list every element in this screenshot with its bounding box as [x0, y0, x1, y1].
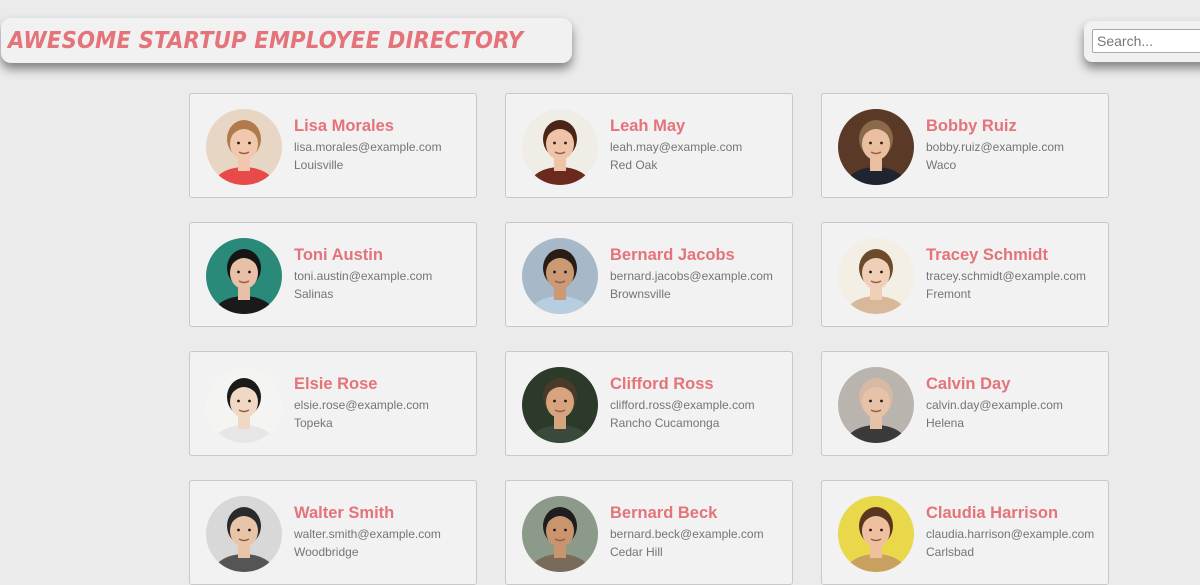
- employee-city: Helena: [926, 416, 965, 430]
- employee-card[interactable]: Clifford Ross clifford.ross@example.com Ra…: [505, 351, 793, 456]
- avatar: [838, 367, 914, 443]
- employee-city: Brownsville: [610, 287, 671, 301]
- search-container: [1084, 21, 1200, 62]
- employee-city: Topeka: [294, 416, 333, 430]
- employee-email: lisa.morales@example.com: [294, 140, 442, 154]
- search-input[interactable]: [1092, 29, 1200, 53]
- avatar: [838, 496, 914, 572]
- employee-email: elsie.rose@example.com: [294, 398, 429, 412]
- employee-email: bernard.beck@example.com: [610, 527, 764, 541]
- employee-card[interactable]: Walter Smith walter.smith@example.com Wood…: [189, 480, 477, 585]
- avatar: [522, 367, 598, 443]
- employee-card[interactable]: Lisa Morales lisa.morales@example.com Loui…: [189, 93, 477, 198]
- employee-city: Woodbridge: [294, 545, 359, 559]
- avatar: [206, 238, 282, 314]
- employee-card[interactable]: Bernard Jacobs bernard.jacobs@example.com…: [505, 222, 793, 327]
- employee-name: Walter Smith: [294, 504, 395, 522]
- employee-card[interactable]: Leah May leah.may@example.com Red Oak: [505, 93, 793, 198]
- avatar: [206, 109, 282, 185]
- employee-name: Elsie Rose: [294, 375, 378, 393]
- employee-email: bobby.ruiz@example.com: [926, 140, 1065, 154]
- employee-card[interactable]: Tracey Schmidt tracey.schmidt@example.com…: [821, 222, 1109, 327]
- employee-card[interactable]: Toni Austin toni.austin@example.com Salina…: [189, 222, 477, 327]
- employee-city: Red Oak: [610, 158, 658, 172]
- employee-name: Calvin Day: [926, 375, 1011, 393]
- employee-city: Waco: [926, 158, 957, 172]
- employee-email: leah.may@example.com: [610, 140, 743, 154]
- avatar: [206, 367, 282, 443]
- avatar: [522, 238, 598, 314]
- employee-name: Claudia Harrison: [926, 504, 1059, 522]
- employee-city: Carlsbad: [926, 545, 975, 559]
- employee-city: Cedar Hill: [610, 545, 663, 559]
- employee-name: Bobby Ruiz: [926, 117, 1017, 135]
- employee-city: Salinas: [294, 287, 334, 301]
- avatar: [206, 496, 282, 572]
- employee-email: claudia.harrison@example.com: [926, 527, 1095, 541]
- employee-email: tracey.schmidt@example.com: [926, 269, 1087, 283]
- employee-card[interactable]: Calvin Day calvin.day@example.com Helena: [821, 351, 1109, 456]
- employee-card[interactable]: Claudia Harrison claudia.harrison@example…: [821, 480, 1109, 585]
- employee-name: Bernard Beck: [610, 504, 718, 522]
- employee-name: Toni Austin: [294, 246, 383, 264]
- header-banner: Awesome Startup Employee Directory: [1, 18, 572, 63]
- employee-name: Clifford Ross: [610, 375, 714, 393]
- avatar: [838, 238, 914, 314]
- employee-email: clifford.ross@example.com: [610, 398, 755, 412]
- avatar: [522, 496, 598, 572]
- employee-email: bernard.jacobs@example.com: [610, 269, 773, 283]
- employee-city: Louisville: [294, 158, 344, 172]
- employee-name: Tracey Schmidt: [926, 246, 1048, 264]
- employee-email: toni.austin@example.com: [294, 269, 433, 283]
- employee-name: Leah May: [610, 117, 686, 135]
- employee-email: calvin.day@example.com: [926, 398, 1063, 412]
- employee-grid: Lisa Morales lisa.morales@example.com Loui…: [189, 93, 1109, 585]
- employee-name: Lisa Morales: [294, 117, 394, 135]
- employee-name: Bernard Jacobs: [610, 246, 735, 264]
- employee-email: walter.smith@example.com: [294, 527, 441, 541]
- employee-card[interactable]: Bobby Ruiz bobby.ruiz@example.com Waco: [821, 93, 1109, 198]
- employee-city: Rancho Cucamonga: [610, 416, 720, 430]
- employee-city: Fremont: [926, 287, 971, 301]
- avatar: [838, 109, 914, 185]
- page-title: Awesome Startup Employee Directory: [8, 27, 524, 54]
- avatar: [522, 109, 598, 185]
- employee-card[interactable]: Bernard Beck bernard.beck@example.com Ceda…: [505, 480, 793, 585]
- employee-card[interactable]: Elsie Rose elsie.rose@example.com Topeka: [189, 351, 477, 456]
